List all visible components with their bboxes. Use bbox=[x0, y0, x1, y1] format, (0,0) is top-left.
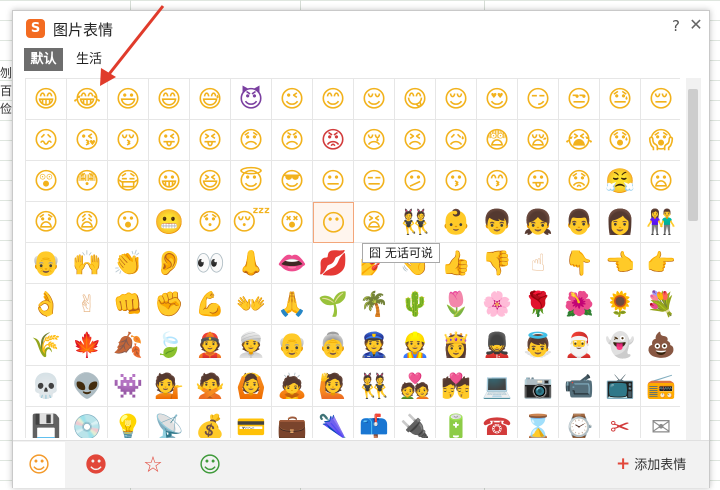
red-arrow-annotation bbox=[100, 5, 165, 86]
screen: 刎 百 俭 S 图片表情 ? ✕ 默认 生活 😁 😂 😃 😄 😅 😈 😉 😊 😌 😋 😌 😍 😏 😒 😓 😔 😖… bbox=[0, 0, 720, 490]
